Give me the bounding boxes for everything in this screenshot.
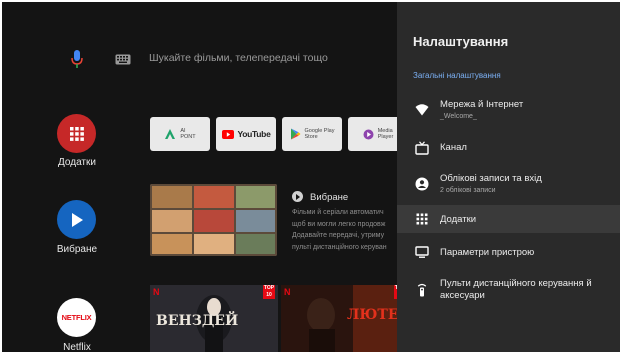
favorites-thumbnail[interactable] xyxy=(150,184,277,256)
settings-item-label: Параметри пристрою xyxy=(440,247,535,258)
favorites-title: Вибране xyxy=(310,192,349,203)
youtube-logo-icon xyxy=(221,129,234,139)
wifi-icon xyxy=(415,104,429,116)
display-icon xyxy=(415,246,429,258)
apps-rail-button[interactable] xyxy=(57,114,96,153)
apps-grid-icon xyxy=(69,126,84,141)
settings-item-sublabel: 2 облікові записи xyxy=(440,187,496,194)
apps-rail-label: Додатки xyxy=(58,157,96,168)
ai-pont-logo-icon xyxy=(165,129,176,139)
favorites-rail-button[interactable] xyxy=(57,200,96,239)
netflix-title-card[interactable]: N TOP 10 ВЕНЗДЕЙ xyxy=(150,285,278,352)
netflix-rail-label: Netflix xyxy=(63,342,91,352)
settings-section-header: Загальні налаштування xyxy=(413,71,501,80)
tv-screen: Шукайте фільми, телепередачі тощо Додатк… xyxy=(2,2,620,352)
settings-item-label: Пульти дистанційного керування й xyxy=(440,278,592,289)
top10-badge: TOP10 xyxy=(263,285,275,299)
settings-item-label: Додатки xyxy=(440,214,477,225)
play-icon xyxy=(292,191,303,202)
app-tile-ai-pont[interactable]: AI PONT xyxy=(150,117,210,151)
play-icon xyxy=(71,212,83,227)
settings-panel: Налаштування Загальні налаштування Мереж… xyxy=(397,2,620,352)
app-tile-label: Store xyxy=(304,134,318,140)
netflix-rail-button[interactable]: NETFLIX xyxy=(57,298,96,337)
settings-item-label: Облікові записи та вхід xyxy=(440,173,542,184)
settings-item-apps[interactable]: Додатки xyxy=(397,205,620,233)
settings-item-network[interactable]: Мережа й Інтернет _Welcome_ xyxy=(397,92,620,126)
netflix-logo: NETFLIX xyxy=(61,313,92,322)
settings-item-channel[interactable]: Канал xyxy=(397,132,620,162)
favorites-description: Фільми й серіали автоматич щоб ви могли … xyxy=(292,209,387,251)
netflix-title-card[interactable]: N TOP10 ЛЮТЕРО xyxy=(281,285,409,352)
settings-item-device[interactable]: Параметри пристрою xyxy=(397,238,620,266)
settings-item-accounts[interactable]: Облікові записи та вхід 2 облікові запис… xyxy=(397,166,620,202)
app-tile-youtube[interactable]: YouTube xyxy=(216,117,276,151)
microphone-icon[interactable] xyxy=(70,49,84,69)
netflix-n-logo: N xyxy=(153,287,160,297)
netflix-card-title: ВЕНЗДЕЙ xyxy=(156,313,239,329)
settings-item-sublabel: _Welcome_ xyxy=(440,113,477,120)
tv-channel-icon xyxy=(415,141,429,155)
settings-item-label: Мережа й Інтернет xyxy=(440,99,524,110)
google-play-icon xyxy=(290,128,301,140)
settings-item-label: Канал xyxy=(440,142,467,153)
app-tile-label: PONT xyxy=(180,134,196,140)
settings-item-label: аксесуари xyxy=(440,290,485,301)
search-input[interactable]: Шукайте фільми, телепередачі тощо xyxy=(149,52,328,64)
media-player-icon xyxy=(363,129,374,139)
app-tile-label: YouTube xyxy=(237,129,271,139)
apps-grid-icon xyxy=(416,213,428,225)
favorites-rail-label: Вибране xyxy=(56,244,98,255)
settings-item-remotes[interactable]: Пульти дистанційного керування й аксесуа… xyxy=(397,272,620,308)
account-icon xyxy=(415,177,429,191)
keyboard-icon[interactable] xyxy=(115,54,131,65)
remote-icon xyxy=(417,283,427,297)
app-tile-label: Player xyxy=(377,134,394,140)
app-tile-google-play[interactable]: Google Play Store xyxy=(282,117,342,151)
settings-title: Налаштування xyxy=(413,34,509,49)
netflix-n-logo: N xyxy=(284,287,291,297)
